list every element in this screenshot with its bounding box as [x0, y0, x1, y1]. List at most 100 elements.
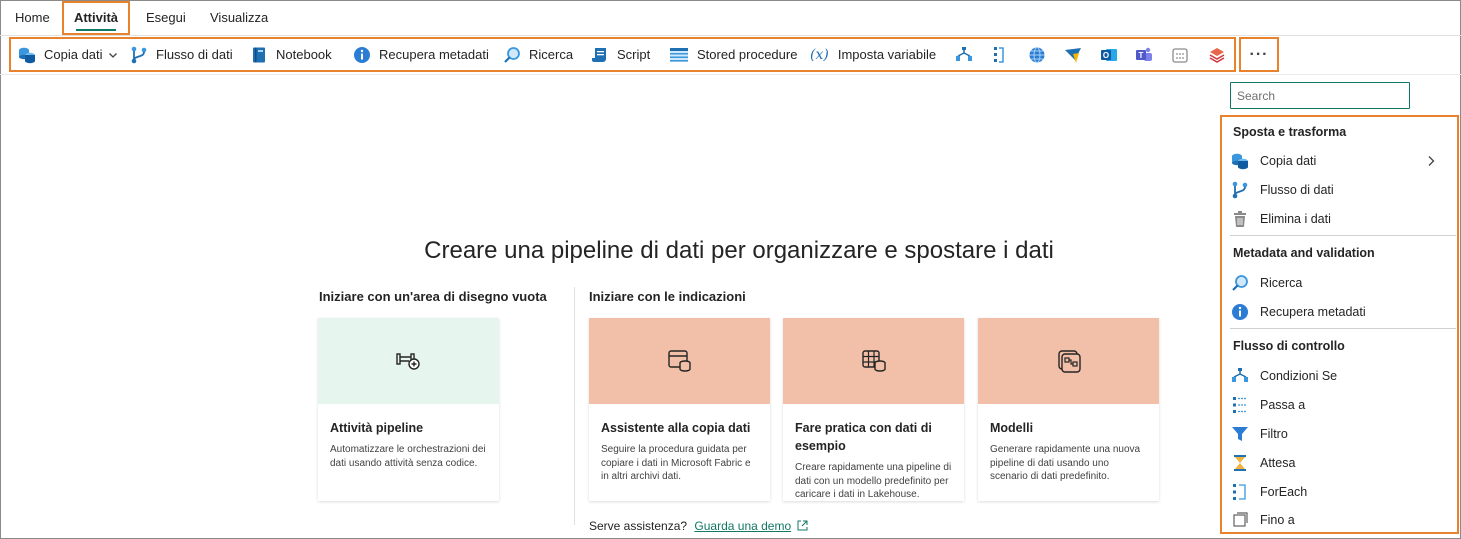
card-banner — [783, 318, 964, 404]
trash-icon — [1234, 211, 1246, 227]
panel-item-label: Passa a — [1260, 398, 1306, 412]
hourglass-icon — [1234, 455, 1246, 471]
switch-button[interactable] — [991, 39, 1015, 70]
section-title: Flusso di controllo — [1233, 339, 1345, 353]
filter-icon — [1232, 427, 1248, 441]
stored-procedure-button[interactable]: Stored procedure — [669, 39, 797, 70]
pipeline-add-icon — [395, 353, 420, 370]
copy-assistant-icon — [667, 350, 691, 372]
get-metadata-button[interactable]: Recupera metadati — [353, 39, 489, 70]
chevron-down-icon — [108, 52, 117, 58]
script-button[interactable]: Script — [591, 39, 650, 70]
teams-icon: T — [1136, 47, 1152, 61]
dataflow-icon — [1232, 181, 1248, 199]
if-condition-icon — [1232, 368, 1248, 382]
lookup-icon — [504, 46, 520, 63]
ribbon-tabs: Home Attività Esegui Visualizza — [0, 0, 1461, 36]
sample-data-icon — [861, 350, 886, 372]
outlook-button[interactable]: O — [1100, 39, 1126, 70]
panel-item-foreach[interactable]: ForEach — [1231, 479, 1453, 505]
copy-data-button[interactable]: Copia dati — [18, 39, 118, 70]
if-condition-button[interactable] — [955, 39, 981, 70]
calendar-button[interactable] — [1171, 39, 1197, 70]
activities-panel: Sposta e trasforma Copia dati Flusso di … — [1220, 115, 1459, 534]
web-button[interactable] — [1028, 39, 1054, 70]
panel-item-label: Flusso di dati — [1260, 183, 1334, 197]
lookup-button[interactable]: Ricerca — [503, 39, 573, 70]
copy-assistant-card[interactable]: Assistente alla copia dati Seguire la pr… — [589, 318, 770, 501]
toolbar-divider — [0, 74, 1461, 75]
tab-visualizza[interactable]: Visualizza — [210, 2, 268, 34]
panel-item-label: ForEach — [1260, 485, 1308, 499]
info-icon — [1232, 304, 1248, 320]
panel-item-attesa[interactable]: Attesa — [1231, 450, 1453, 476]
more-options-button[interactable]: ··· — [1239, 37, 1279, 72]
panel-item-ricerca[interactable]: Ricerca — [1231, 270, 1453, 296]
tab-attivita[interactable]: Attività — [62, 1, 130, 35]
help-line: Serve assistenza? Guarda una demo — [589, 519, 808, 533]
card-title: Fare pratica con dati di esempio — [795, 421, 932, 453]
panel-item-passa-a[interactable]: Passa a — [1231, 392, 1453, 418]
external-link-icon — [797, 520, 808, 531]
copy-data-label: Copia dati — [44, 47, 103, 62]
panel-item-filtro[interactable]: Filtro — [1231, 421, 1453, 447]
until-icon — [1233, 512, 1248, 527]
card-description: Generare rapidamente una nuova pipeline … — [990, 444, 1141, 482]
panel-item-flusso-di-dati[interactable]: Flusso di dati — [1231, 177, 1453, 203]
if-condition-icon — [956, 46, 972, 61]
panel-item-label: Filtro — [1260, 427, 1288, 441]
lookup-label: Ricerca — [529, 47, 574, 62]
svg-text:O: O — [1103, 51, 1109, 60]
lookup-icon — [1232, 275, 1248, 291]
azure-function-button[interactable] — [1063, 39, 1091, 70]
svg-text:T: T — [1139, 51, 1144, 60]
sample-data-card[interactable]: Fare pratica con dati di esempio Creare … — [783, 318, 964, 501]
set-variable-label: Imposta variabile — [837, 47, 937, 62]
tab-home[interactable]: Home — [15, 2, 50, 34]
get-metadata-label: Recupera metadati — [379, 47, 489, 62]
copy-data-icon — [1232, 153, 1248, 170]
panel-item-elimina-dati[interactable]: Elimina i dati — [1231, 206, 1453, 232]
panel-item-label: Fino a — [1260, 513, 1295, 527]
card-title: Assistente alla copia dati — [601, 421, 751, 435]
chevron-right-icon — [1428, 156, 1435, 166]
templates-card[interactable]: Modelli Generare rapidamente una nuova p… — [978, 318, 1159, 501]
dataflow-label: Flusso di dati — [156, 47, 233, 62]
layers-button[interactable] — [1208, 39, 1234, 70]
switch-icon — [994, 46, 1004, 63]
panel-item-condizioni-se[interactable]: Condizioni Se — [1231, 363, 1453, 389]
panel-item-fino-a[interactable]: Fino a — [1231, 507, 1453, 533]
templates-icon — [1057, 350, 1081, 373]
card-banner — [978, 318, 1159, 404]
card-description: Automatizzare le orchestrazioni dei dati… — [330, 444, 486, 469]
set-variable-button[interactable]: (x) Imposta variabile — [810, 39, 936, 70]
dataflow-button[interactable]: Flusso di dati — [130, 39, 233, 70]
panel-item-recupera-metadati[interactable]: Recupera metadati — [1231, 299, 1453, 325]
panel-item-label: Attesa — [1260, 456, 1296, 470]
help-text: Serve assistenza? — [589, 519, 688, 533]
watch-demo-link[interactable]: Guarda una demo — [694, 519, 791, 533]
tab-esegui[interactable]: Esegui — [146, 2, 186, 34]
script-icon — [592, 47, 606, 62]
section-divider — [1230, 235, 1456, 236]
teams-button[interactable]: T — [1135, 39, 1161, 70]
stored-procedure-icon — [670, 47, 688, 62]
stored-procedure-label: Stored procedure — [697, 47, 798, 62]
pipeline-activity-card[interactable]: Attività pipeline Automatizzare le orche… — [318, 318, 499, 501]
panel-item-label: Copia dati — [1260, 154, 1317, 168]
foreach-icon — [1233, 484, 1246, 500]
card-description: Creare rapidamente una pipeline di dati … — [795, 462, 952, 500]
layers-icon — [1209, 47, 1225, 63]
activity-search-input[interactable] — [1230, 82, 1410, 109]
section-divider — [574, 287, 575, 525]
notebook-label: Notebook — [276, 47, 332, 62]
panel-item-label: Elimina i dati — [1260, 212, 1331, 226]
card-title: Modelli — [990, 421, 1034, 435]
guided-label: Iniziare con le indicazioni — [589, 289, 746, 304]
notebook-icon — [253, 47, 265, 62]
info-icon — [354, 46, 370, 63]
panel-item-copia-dati[interactable]: Copia dati — [1231, 148, 1453, 174]
notebook-button[interactable]: Notebook — [250, 39, 332, 70]
variable-icon: (x) — [810, 46, 829, 63]
switch-icon — [1233, 397, 1246, 413]
